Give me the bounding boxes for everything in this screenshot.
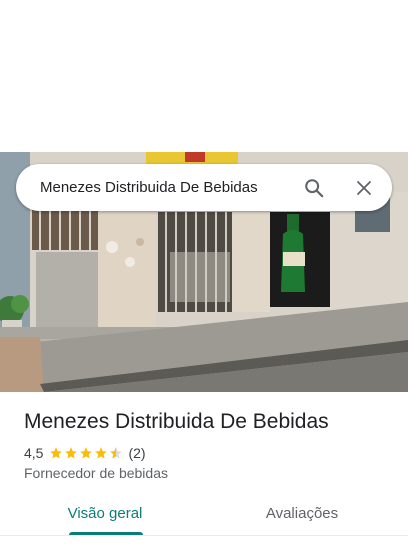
search-bar[interactable]: Menezes Distribuida De Bebidas (16, 164, 392, 211)
place-category: Fornecedor de bebidas (24, 465, 168, 481)
star-icon (50, 447, 63, 459)
tabs-divider (0, 535, 408, 536)
search-query-text[interactable]: Menezes Distribuida De Bebidas (40, 179, 302, 196)
place-tabs: Visão geral Avaliações (0, 496, 408, 536)
rating-stars (49, 446, 124, 460)
tab-overview[interactable]: Visão geral (50, 496, 160, 534)
rating-row[interactable]: 4,5 (2) (24, 445, 146, 461)
half-star-icon (110, 447, 123, 459)
search-icon (305, 178, 324, 197)
rating-value: 4,5 (24, 445, 44, 461)
tab-reviews[interactable]: Avaliações (247, 496, 357, 534)
star-icon (65, 447, 78, 459)
star-icon (95, 447, 108, 459)
close-button[interactable] (352, 176, 376, 200)
star-icon (80, 447, 93, 459)
place-title: Menezes Distribuida De Bebidas (24, 410, 329, 433)
search-button[interactable] (302, 176, 326, 200)
review-count[interactable]: (2) (128, 445, 145, 461)
blank-header-area (0, 0, 408, 152)
close-icon (357, 180, 371, 195)
